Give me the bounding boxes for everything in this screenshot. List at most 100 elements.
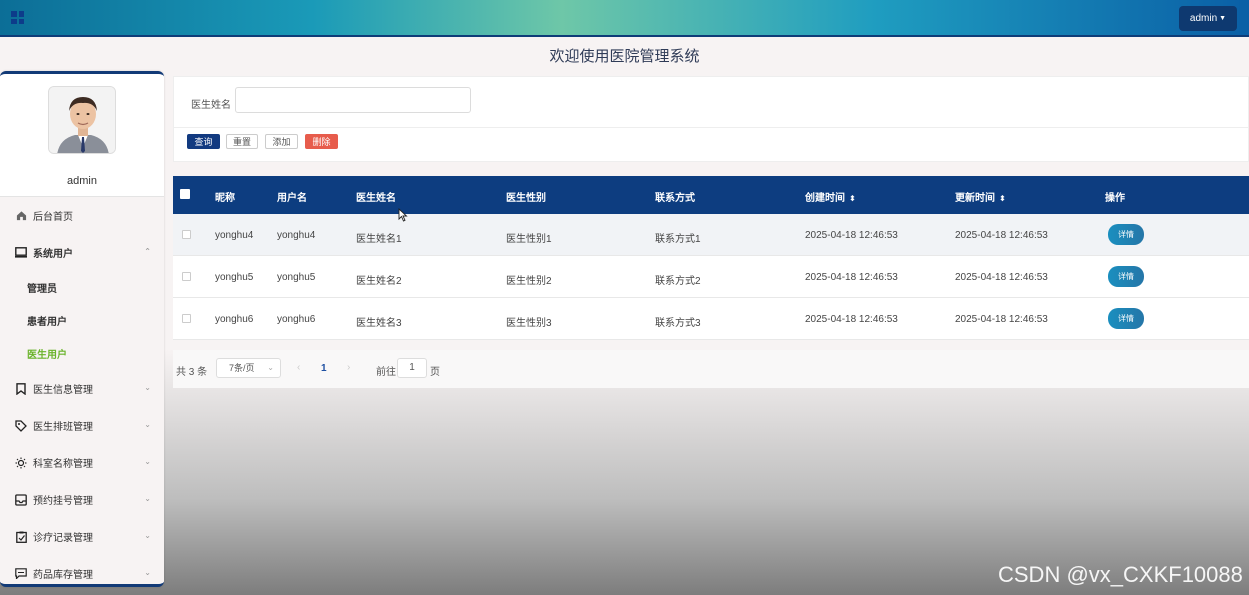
add-button[interactable]: 添加 — [265, 134, 298, 149]
cell-username: yonghu6 — [277, 314, 316, 325]
table-header: 昵称 用户名 医生姓名 医生性别 联系方式 创建时间 ⬍ 更新时间 ⬍ 操作 — [173, 176, 1249, 214]
chevron-down-icon: ⌄ — [144, 494, 151, 503]
row-checkbox[interactable] — [182, 314, 191, 323]
sidebar-item-label: 科室名称管理 — [33, 459, 93, 470]
chevron-down-icon: ⌄ — [144, 420, 151, 429]
cell-contact: 联系方式2 — [655, 276, 701, 287]
cell-created: 2025-04-18 12:46:53 — [805, 314, 898, 325]
column-header-contact: 联系方式 — [655, 193, 695, 204]
cell-doctor-name: 医生姓名1 — [356, 234, 402, 245]
sidebar: admin 后台首页 系统用户 ⌃ 管理员 患者用户 医生用户 医生信息管理 ⌄… — [0, 71, 164, 587]
chevron-up-icon: ⌃ — [144, 247, 151, 256]
chevron-down-icon: ⌄ — [144, 383, 151, 392]
sidebar-item-label: 后台首页 — [33, 212, 73, 223]
cell-doctor-name: 医生姓名3 — [356, 318, 402, 329]
sort-icon: ⬍ — [999, 194, 1006, 203]
page-title: 欢迎使用医院管理系统 — [549, 48, 700, 65]
cell-contact: 联系方式1 — [655, 234, 701, 245]
sidebar-subitem-label: 管理员 — [27, 284, 57, 295]
doctor-table: 昵称 用户名 医生姓名 医生性别 联系方式 创建时间 ⬍ 更新时间 ⬍ 操作 yon… — [173, 176, 1249, 340]
menu-grid-icon[interactable] — [11, 11, 24, 24]
pagination: 共 3 条 7条/页 ⌄ ‹ 1 › 前往 1 页 — [173, 350, 1249, 388]
detail-button[interactable]: 详情 — [1108, 308, 1144, 329]
cell-gender: 医生性别1 — [506, 234, 552, 245]
sidebar-subitem-label: 医生用户 — [27, 350, 67, 361]
column-header-label: 更新时间 — [955, 193, 995, 204]
sidebar-item-label: 医生信息管理 — [33, 385, 93, 396]
page-size-select[interactable]: 7条/页 ⌄ — [216, 358, 281, 378]
prev-page-icon[interactable]: ‹ — [297, 362, 300, 373]
chevron-down-icon: ▼ — [1219, 15, 1227, 22]
table-row: yonghu6 yonghu6 医生姓名3 医生性别3 联系方式3 2025-0… — [173, 298, 1249, 340]
cell-contact: 联系方式3 — [655, 318, 701, 329]
sidebar-item-appointment[interactable]: 预约挂号管理 ⌄ — [0, 481, 164, 518]
avatar — [48, 86, 116, 154]
sidebar-item-label: 预约挂号管理 — [33, 496, 93, 507]
sidebar-item-home[interactable]: 后台首页 — [0, 197, 164, 234]
doctor-name-input[interactable] — [235, 87, 471, 113]
cell-updated: 2025-04-18 12:46:53 — [955, 272, 1048, 283]
column-header-doctor-name: 医生姓名 — [356, 193, 396, 204]
chevron-down-icon: ⌄ — [267, 363, 274, 372]
divider — [174, 127, 1248, 128]
goto-label: 前往 — [376, 367, 396, 378]
sidebar-subitem-doctor-users[interactable]: 医生用户 — [0, 337, 164, 370]
cell-nickname: yonghu4 — [215, 230, 254, 241]
select-all-checkbox[interactable] — [180, 189, 190, 199]
column-header-username: 用户名 — [277, 193, 307, 204]
chevron-down-icon: ⌄ — [144, 531, 151, 540]
cell-updated: 2025-04-18 12:46:53 — [955, 314, 1048, 325]
goto-page-input[interactable]: 1 — [397, 358, 427, 378]
goto-unit: 页 — [430, 367, 440, 378]
sidebar-subitem-admin[interactable]: 管理员 — [0, 271, 164, 304]
column-header-label: 创建时间 — [805, 193, 845, 204]
sun-icon — [15, 457, 27, 469]
sidebar-item-label: 系统用户 — [33, 249, 73, 260]
mouse-cursor-icon — [398, 208, 408, 222]
sidebar-item-drug-inventory[interactable]: 药品库存管理 ⌄ — [0, 555, 164, 584]
sidebar-item-doctor-info[interactable]: 医生信息管理 ⌄ — [0, 370, 164, 407]
sidebar-item-label: 药品库存管理 — [33, 570, 93, 581]
column-header-created[interactable]: 创建时间 ⬍ — [805, 189, 856, 204]
inbox-icon — [15, 493, 27, 506]
sidebar-item-treatment-records[interactable]: 诊疗记录管理 ⌄ — [0, 518, 164, 555]
delete-button[interactable]: 删除 — [305, 134, 338, 149]
profile-card: admin — [0, 74, 164, 197]
tag-icon — [15, 419, 27, 432]
user-menu-button[interactable]: admin ▼ — [1179, 6, 1237, 31]
query-button[interactable]: 查询 — [187, 134, 220, 149]
reset-button[interactable]: 重置 — [226, 134, 258, 149]
table-row: yonghu5 yonghu5 医生姓名2 医生性别2 联系方式2 2025-0… — [173, 256, 1249, 298]
column-header-gender: 医生性别 — [506, 193, 546, 204]
monitor-icon — [15, 247, 27, 259]
sidebar-item-doctor-schedule[interactable]: 医生排班管理 ⌄ — [0, 407, 164, 444]
sidebar-item-system-users[interactable]: 系统用户 ⌃ — [0, 234, 164, 271]
sidebar-subitem-label: 患者用户 — [27, 317, 67, 328]
total-count: 共 3 条 — [176, 367, 208, 378]
column-header-nickname: 昵称 — [215, 193, 235, 204]
next-page-icon[interactable]: › — [347, 362, 350, 373]
sort-icon: ⬍ — [849, 194, 856, 203]
cell-doctor-name: 医生姓名2 — [356, 276, 402, 287]
row-checkbox[interactable] — [182, 272, 191, 281]
sidebar-item-department[interactable]: 科室名称管理 ⌄ — [0, 444, 164, 481]
watermark: CSDN @vx_CXKF10088 — [998, 562, 1243, 587]
detail-button[interactable]: 详情 — [1108, 266, 1144, 287]
page-number[interactable]: 1 — [321, 363, 327, 374]
cell-username: yonghu4 — [277, 230, 316, 241]
bookmark-icon — [15, 382, 27, 395]
user-menu-label: admin — [1189, 13, 1218, 24]
search-panel: 医生姓名 查询 重置 添加 删除 — [173, 76, 1249, 162]
sidebar-subitem-patient-users[interactable]: 患者用户 — [0, 304, 164, 337]
detail-button[interactable]: 详情 — [1108, 224, 1144, 245]
cell-created: 2025-04-18 12:46:53 — [805, 272, 898, 283]
cell-created: 2025-04-18 12:46:53 — [805, 230, 898, 241]
cell-gender: 医生性别2 — [506, 276, 552, 287]
row-checkbox[interactable] — [182, 230, 191, 239]
doctor-name-label: 医生姓名 — [191, 100, 231, 111]
column-header-updated[interactable]: 更新时间 ⬍ — [955, 189, 1006, 204]
cell-updated: 2025-04-18 12:46:53 — [955, 230, 1048, 241]
table-row: yonghu4 yonghu4 医生姓名1 医生性别1 联系方式1 2025-0… — [173, 214, 1249, 256]
home-icon — [15, 210, 27, 222]
cell-gender: 医生性别3 — [506, 318, 552, 329]
